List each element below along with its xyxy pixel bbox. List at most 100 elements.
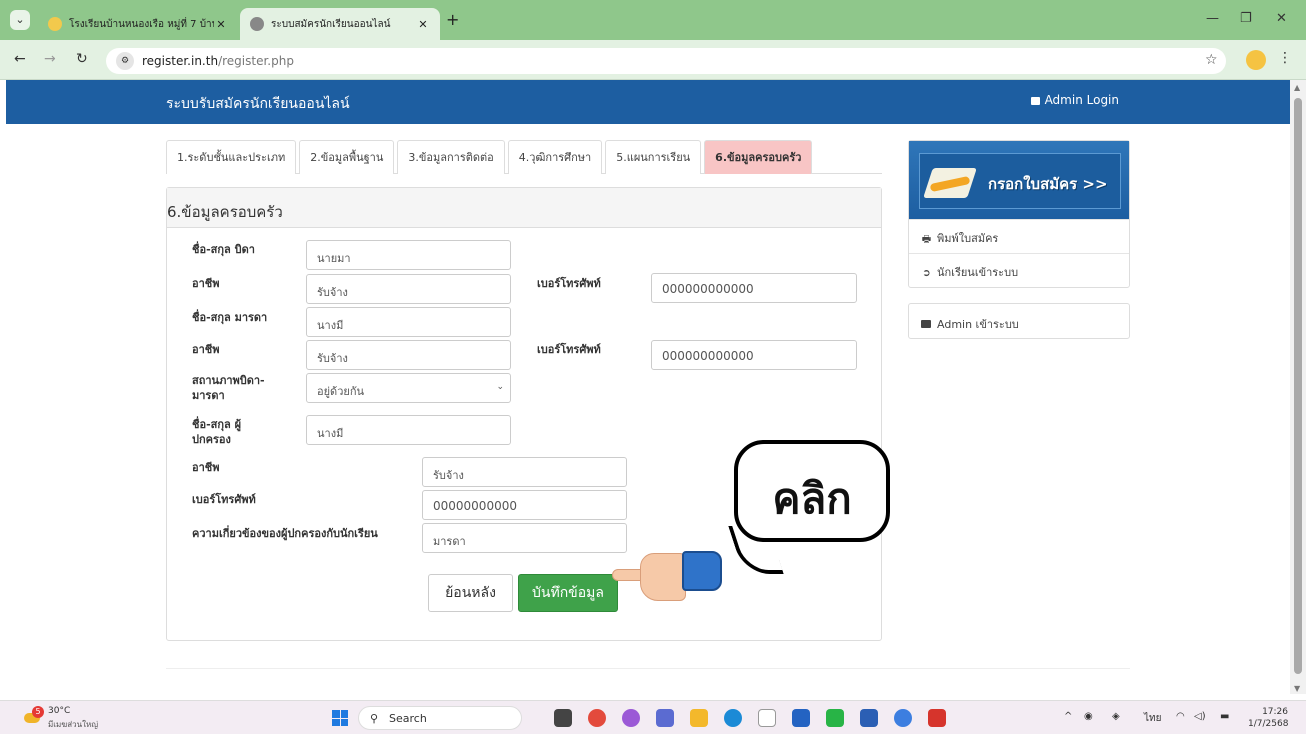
sidebar-admin-login[interactable]: Admin เข้าระบบ	[908, 303, 1130, 339]
apply-banner[interactable]: กรอกใบสมัคร >>	[909, 141, 1129, 219]
parent-status-select[interactable]: อยู่ด้วยกัน ⌄	[306, 373, 511, 403]
mother-name-input[interactable]: นางมี	[306, 307, 511, 337]
amazon-icon[interactable]	[758, 709, 776, 727]
guardian-name-label-line2: ปกครอง	[192, 433, 231, 446]
tab-step-3[interactable]: 3.ข้อมูลการติดต่อ	[397, 140, 505, 174]
father-phone-label: เบอร์โทรศัพท์	[537, 277, 601, 290]
wifi-icon[interactable]: ◠	[1176, 711, 1185, 722]
tab-step-1[interactable]: 1.ระดับชั้นและประเภท	[166, 140, 297, 174]
father-name-input[interactable]: นายมา	[306, 240, 511, 270]
site-info-icon[interactable]: ⚙	[116, 52, 134, 70]
back-button[interactable]: ย้อนหลัง	[428, 574, 513, 612]
relation-input[interactable]: มารดา	[422, 523, 627, 553]
language-indicator[interactable]: ไทย	[1144, 711, 1161, 726]
bookmark-star-icon[interactable]: ☆	[1205, 52, 1218, 68]
restore-icon[interactable]: ❐	[1240, 11, 1252, 26]
chrome-profile-icon[interactable]	[894, 709, 912, 727]
forward-arrow-icon[interactable]: →	[44, 51, 56, 67]
close-window-icon[interactable]: ✕	[1276, 11, 1287, 26]
scroll-up-icon[interactable]: ▲	[1294, 83, 1300, 92]
edge-icon[interactable]	[724, 709, 742, 727]
chevron-down-icon: ⌄	[496, 382, 504, 392]
speech-bubble: คลิก	[734, 440, 890, 542]
url-host: register.in.th	[142, 54, 219, 68]
tab-step-5[interactable]: 5.แผนการเรียน	[605, 140, 702, 174]
lock-icon	[1030, 97, 1040, 105]
tab-search-dropdown[interactable]: ⌄	[10, 10, 30, 30]
mother-job-label: อาชีพ	[192, 343, 220, 356]
extension-icon[interactable]	[1246, 50, 1266, 70]
weather-desc[interactable]: มีเมฆส่วนใหญ่	[48, 718, 98, 731]
task-view-icon[interactable]	[554, 709, 572, 727]
mother-name-label: ชื่อ-สกุล มารดา	[192, 311, 268, 324]
browser-tab-bar: ⌄ โรงเรียนบ้านหนองเรือ หมู่ที่ 7 บ้าน ✕ …	[0, 0, 1306, 40]
close-tab-icon[interactable]: ✕	[416, 18, 430, 31]
father-name-label: ชื่อ-สกุล บิดา	[192, 243, 255, 256]
weather-alert-icon: 5	[32, 706, 44, 718]
site-brand[interactable]: ระบบรับสมัครนักเรียนออนไลน์	[166, 93, 350, 115]
close-tab-icon[interactable]: ✕	[214, 18, 228, 31]
url-path: /register.php	[218, 54, 294, 68]
speech-bubble-text: คลิก	[772, 474, 852, 523]
sign-in-icon: ➲	[922, 268, 931, 279]
parent-status-value: อยู่ด้วยกัน	[317, 385, 364, 398]
sidebar-admin-label: Admin เข้าระบบ	[937, 318, 1019, 331]
file-explorer-icon[interactable]	[690, 709, 708, 727]
clock-time: 17:26	[1262, 707, 1288, 717]
site-navbar: ระบบรับสมัครนักเรียนออนไลน์ Admin Login	[6, 80, 1290, 124]
mother-phone-label: เบอร์โทรศัพท์	[537, 343, 601, 356]
tab-step-4[interactable]: 4.วุฒิการศึกษา	[507, 140, 603, 174]
tray-app-icon[interactable]: ◉	[1084, 711, 1093, 722]
reload-icon[interactable]: ↻	[76, 51, 88, 67]
weather-temp[interactable]: 30°C	[48, 706, 70, 716]
admin-login-link[interactable]: Admin Login	[1030, 93, 1119, 107]
chrome-icon[interactable]	[588, 709, 606, 727]
sidebar: กรอกใบสมัคร >> 🖶 พิมพ์ใบสมัคร ➲ นักเรียนเข…	[908, 140, 1130, 288]
guardian-name-label: ชื่อ-สกุล ผู้ ปกครอง	[192, 417, 241, 447]
minimize-icon[interactable]: —	[1206, 11, 1219, 26]
new-tab-icon[interactable]: +	[446, 10, 459, 29]
guardian-name-input[interactable]: นางมี	[306, 415, 511, 445]
mother-job-input[interactable]: รับจ้าง	[306, 340, 511, 370]
taskbar-search[interactable]: ⚲ Search	[358, 706, 522, 730]
windows-start-icon[interactable]	[332, 710, 348, 726]
hand-cuff	[682, 551, 722, 591]
sidebar-item-print[interactable]: 🖶 พิมพ์ใบสมัคร	[909, 219, 1129, 253]
back-arrow-icon[interactable]: ←	[14, 51, 26, 67]
tab-step-6[interactable]: 6.ข้อมูลครอบครัว	[704, 140, 813, 174]
copilot-icon[interactable]	[622, 709, 640, 727]
guardian-phone-input[interactable]: 00000000000	[422, 490, 627, 520]
guardian-job-input[interactable]: รับจ้าง	[422, 457, 627, 487]
parent-status-label-line1: สถานภาพบิดา-	[192, 374, 265, 387]
line-icon[interactable]	[826, 709, 844, 727]
tab-step-2[interactable]: 2.ข้อมูลพื้นฐาน	[299, 140, 395, 174]
teams-icon[interactable]	[656, 709, 674, 727]
battery-icon[interactable]: ▬	[1220, 711, 1229, 722]
relation-label: ความเกี่ยวข้องของผู้ปกครองกับนักเรียน	[192, 527, 378, 540]
browser-tab-school[interactable]: โรงเรียนบ้านหนองเรือ หมู่ที่ 7 บ้าน ✕	[38, 8, 238, 40]
mother-phone-input[interactable]: 000000000000	[651, 340, 857, 370]
save-button[interactable]: บันทึกข้อมูล	[518, 574, 618, 612]
acrobat-icon[interactable]	[928, 709, 946, 727]
tray-overflow-icon[interactable]: ^	[1064, 711, 1072, 722]
scroll-thumb[interactable]	[1294, 98, 1302, 674]
father-phone-input[interactable]: 000000000000	[651, 273, 857, 303]
word-icon[interactable]	[860, 709, 878, 727]
sidebar-item-label: นักเรียนเข้าระบบ	[937, 266, 1019, 279]
page-scrollbar[interactable]: ▲ ▼	[1290, 80, 1306, 694]
tray-drive-icon[interactable]: ◈	[1112, 711, 1120, 722]
sidebar-item-student-login[interactable]: ➲ นักเรียนเข้าระบบ	[909, 253, 1129, 287]
guardian-job-label: อาชีพ	[192, 461, 220, 474]
scroll-down-icon[interactable]: ▼	[1294, 684, 1300, 693]
clock[interactable]: 17:26 1/7/2568	[1248, 706, 1288, 730]
address-bar[interactable]: ⚙ register.in.th/register.php	[106, 48, 1226, 74]
tab-title: โรงเรียนบ้านหนองเรือ หมู่ที่ 7 บ้าน	[69, 18, 214, 30]
step-tabs: 1.ระดับชั้นและประเภท 2.ข้อมูลพื้นฐาน 3.ข…	[166, 140, 882, 174]
father-job-label: อาชีพ	[192, 277, 220, 290]
father-job-input[interactable]: รับจ้าง	[306, 274, 511, 304]
pointing-hand-icon	[612, 549, 724, 609]
browser-menu-icon[interactable]: ⋮	[1278, 50, 1292, 66]
store-icon[interactable]	[792, 709, 810, 727]
browser-tab-register[interactable]: ระบบสมัครนักเรียนออนไลน์ ✕	[240, 8, 440, 40]
volume-icon[interactable]: ◁)	[1194, 711, 1206, 722]
